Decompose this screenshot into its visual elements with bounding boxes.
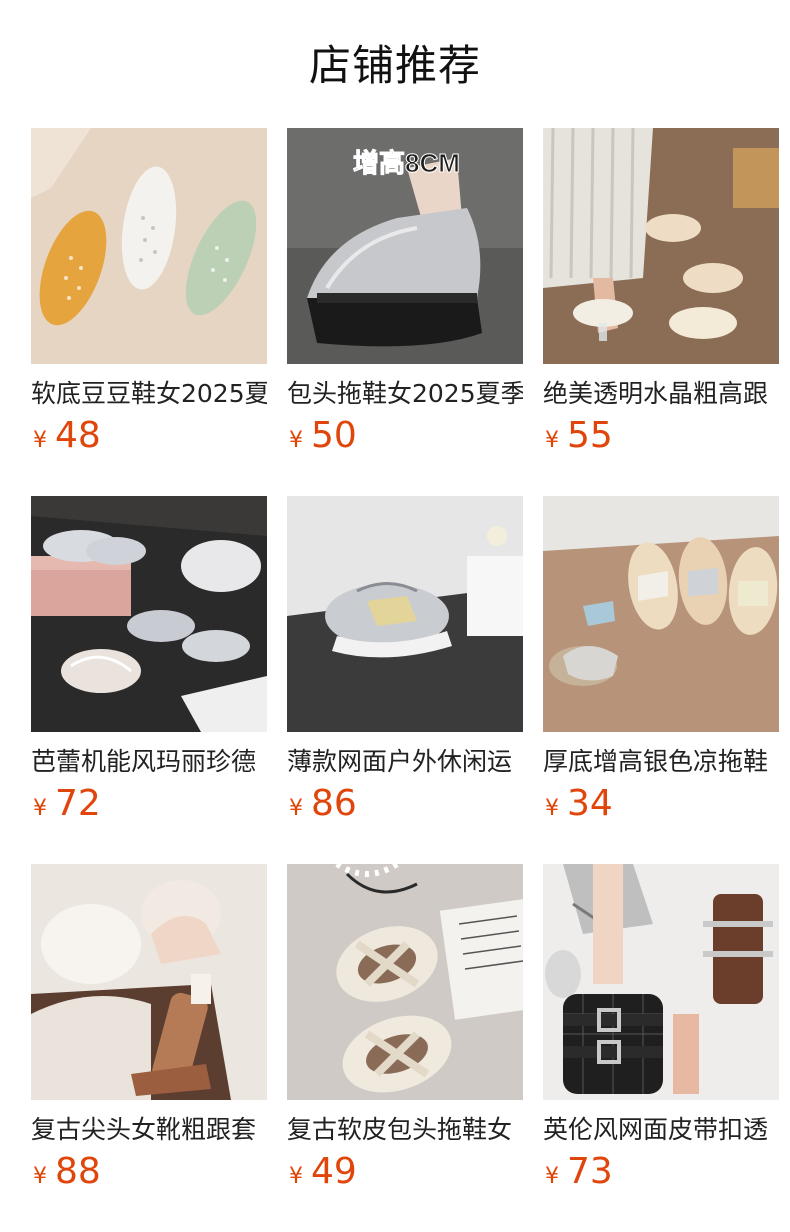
product-title[interactable]: 复古软皮包头拖鞋女 — [287, 1114, 523, 1146]
product-image[interactable] — [543, 864, 779, 1100]
product-price: ¥ 73 — [543, 1152, 779, 1197]
currency-symbol: ¥ — [33, 1164, 47, 1189]
product-card[interactable]: 增高8CM 包头拖鞋女2025夏季 ¥ 50 — [287, 128, 523, 496]
product-image[interactable] — [31, 496, 267, 732]
product-card[interactable]: 绝美透明水晶粗高跟 ¥ 55 — [543, 128, 779, 496]
product-title[interactable]: 芭蕾机能风玛丽珍德 — [31, 746, 267, 778]
product-image[interactable] — [287, 864, 523, 1100]
product-price: ¥ 34 — [543, 784, 779, 829]
height-badge: 增高8CM — [353, 148, 460, 178]
product-price: ¥ 86 — [287, 784, 523, 829]
price-value: 50 — [311, 415, 357, 456]
product-price: ¥ 55 — [543, 416, 779, 461]
currency-symbol: ¥ — [33, 796, 47, 821]
product-image[interactable] — [287, 496, 523, 732]
product-card[interactable]: 芭蕾机能风玛丽珍德 ¥ 72 — [31, 496, 267, 864]
product-image[interactable] — [543, 496, 779, 732]
product-image[interactable]: 增高8CM — [287, 128, 523, 364]
product-title[interactable]: 厚底增高银色凉拖鞋 — [543, 746, 779, 778]
price-value: 49 — [311, 1151, 357, 1192]
product-title[interactable]: 包头拖鞋女2025夏季 — [287, 378, 523, 410]
product-card[interactable]: 英伦风网面皮带扣透 ¥ 73 — [543, 864, 779, 1232]
product-image[interactable] — [31, 864, 267, 1100]
product-price: ¥ 48 — [31, 416, 267, 461]
product-price: ¥ 50 — [287, 416, 523, 461]
currency-symbol: ¥ — [545, 796, 559, 821]
product-grid: 软底豆豆鞋女2025夏 ¥ 48 增高8CM 包头拖鞋女2025夏季 ¥ 50 — [31, 128, 779, 1232]
price-value: 72 — [55, 783, 101, 824]
product-image[interactable] — [31, 128, 267, 364]
product-card[interactable]: 薄款网面户外休闲运 ¥ 86 — [287, 496, 523, 864]
product-title[interactable]: 软底豆豆鞋女2025夏 — [31, 378, 267, 410]
product-card[interactable]: 厚底增高银色凉拖鞋 ¥ 34 — [543, 496, 779, 864]
currency-symbol: ¥ — [289, 428, 303, 453]
price-value: 73 — [567, 1151, 613, 1192]
product-title[interactable]: 英伦风网面皮带扣透 — [543, 1114, 779, 1146]
currency-symbol: ¥ — [33, 428, 47, 453]
price-value: 34 — [567, 783, 613, 824]
currency-symbol: ¥ — [289, 796, 303, 821]
product-title[interactable]: 薄款网面户外休闲运 — [287, 746, 523, 778]
price-value: 88 — [55, 1151, 101, 1192]
product-price: ¥ 49 — [287, 1152, 523, 1197]
product-card[interactable]: 软底豆豆鞋女2025夏 ¥ 48 — [31, 128, 267, 496]
product-price: ¥ 88 — [31, 1152, 267, 1197]
price-value: 86 — [311, 783, 357, 824]
product-title[interactable]: 绝美透明水晶粗高跟 — [543, 378, 779, 410]
page-title: 店铺推荐 — [308, 41, 481, 90]
product-card[interactable]: 复古尖头女靴粗跟套 ¥ 88 — [31, 864, 267, 1232]
product-card[interactable]: 复古软皮包头拖鞋女 ¥ 49 — [287, 864, 523, 1232]
price-value: 55 — [567, 415, 613, 456]
price-value: 48 — [55, 415, 101, 456]
currency-symbol: ¥ — [545, 428, 559, 453]
product-image[interactable] — [543, 128, 779, 364]
product-title[interactable]: 复古尖头女靴粗跟套 — [31, 1114, 267, 1146]
currency-symbol: ¥ — [545, 1164, 559, 1189]
currency-symbol: ¥ — [289, 1164, 303, 1189]
product-price: ¥ 72 — [31, 784, 267, 829]
